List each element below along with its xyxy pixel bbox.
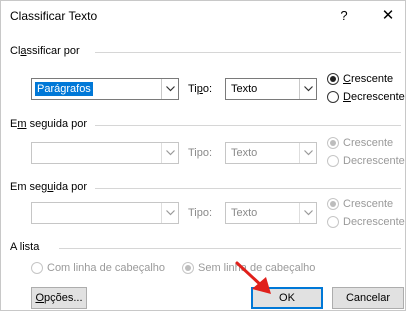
- sort-by-divider: [95, 52, 401, 53]
- then-by-label: Em seguida por: [10, 118, 88, 130]
- sort-by-field-select[interactable]: Parágrafos: [31, 78, 179, 100]
- chevron-down-icon: [299, 143, 316, 163]
- then-by-2-field-select[interactable]: [31, 202, 179, 224]
- close-button[interactable]: ✕: [373, 4, 403, 28]
- radio-selected-icon: [182, 262, 194, 274]
- radio-selected-icon: [327, 73, 339, 85]
- radio-icon: [327, 216, 339, 228]
- dialog-title: Classificar Texto: [10, 9, 98, 23]
- sort-by-label: Classificar por: [10, 45, 80, 57]
- then-by-2-descending-radio[interactable]: Decrescente: [327, 216, 405, 228]
- then-by-descending-radio[interactable]: Decrescente: [327, 155, 405, 167]
- radio-icon: [327, 91, 339, 103]
- then-by-type-select[interactable]: Texto: [225, 142, 317, 164]
- radio-selected-icon: [327, 137, 339, 149]
- list-label: A lista: [10, 241, 40, 253]
- chevron-down-icon: [161, 203, 178, 223]
- chevron-down-icon: [299, 79, 316, 99]
- sort-by-descending-radio[interactable]: Decrescente: [327, 91, 405, 103]
- chevron-down-icon: [161, 143, 178, 163]
- then-by-divider: [95, 125, 401, 126]
- then-by-2-divider: [95, 188, 401, 189]
- sort-text-dialog: Classificar Texto ? ✕ Classificar por Pa…: [0, 0, 406, 311]
- close-icon: ✕: [381, 7, 395, 24]
- help-button[interactable]: ?: [329, 4, 359, 28]
- radio-selected-icon: [327, 198, 339, 210]
- then-by-field-value: [35, 146, 39, 160]
- cancel-button[interactable]: Cancelar: [332, 287, 404, 309]
- with-header-row-radio[interactable]: Com linha de cabeçalho: [31, 262, 165, 274]
- then-by-ascending-radio[interactable]: Crescente: [327, 137, 393, 149]
- options-button[interactable]: Opções...: [31, 287, 87, 309]
- sort-by-type-label: Tipo:: [188, 83, 213, 95]
- then-by-2-ascending-radio[interactable]: Crescente: [327, 198, 393, 210]
- ok-button[interactable]: OK: [251, 287, 323, 309]
- then-by-2-type-label: Tipo:: [188, 207, 213, 219]
- chevron-down-icon: [161, 79, 178, 99]
- then-by-2-field-value: [35, 206, 39, 220]
- then-by-type-label: Tipo:: [188, 147, 213, 159]
- then-by-2-type-value: Texto: [231, 207, 258, 219]
- sort-by-type-value: Texto: [231, 83, 258, 95]
- sort-by-type-select[interactable]: Texto: [225, 78, 317, 100]
- without-header-row-radio[interactable]: Sem linha de cabeçalho: [182, 262, 315, 274]
- chevron-down-icon: [299, 203, 316, 223]
- sort-by-ascending-radio[interactable]: Crescente: [327, 73, 393, 85]
- list-divider: [59, 248, 401, 249]
- then-by-2-type-select[interactable]: Texto: [225, 202, 317, 224]
- sort-by-field-value: Parágrafos: [35, 82, 93, 96]
- then-by-type-value: Texto: [231, 147, 258, 159]
- radio-icon: [327, 155, 339, 167]
- title-bar: Classificar Texto ? ✕: [1, 1, 405, 31]
- then-by-2-label: Em seguida por: [10, 181, 88, 193]
- then-by-field-select[interactable]: [31, 142, 179, 164]
- radio-icon: [31, 262, 43, 274]
